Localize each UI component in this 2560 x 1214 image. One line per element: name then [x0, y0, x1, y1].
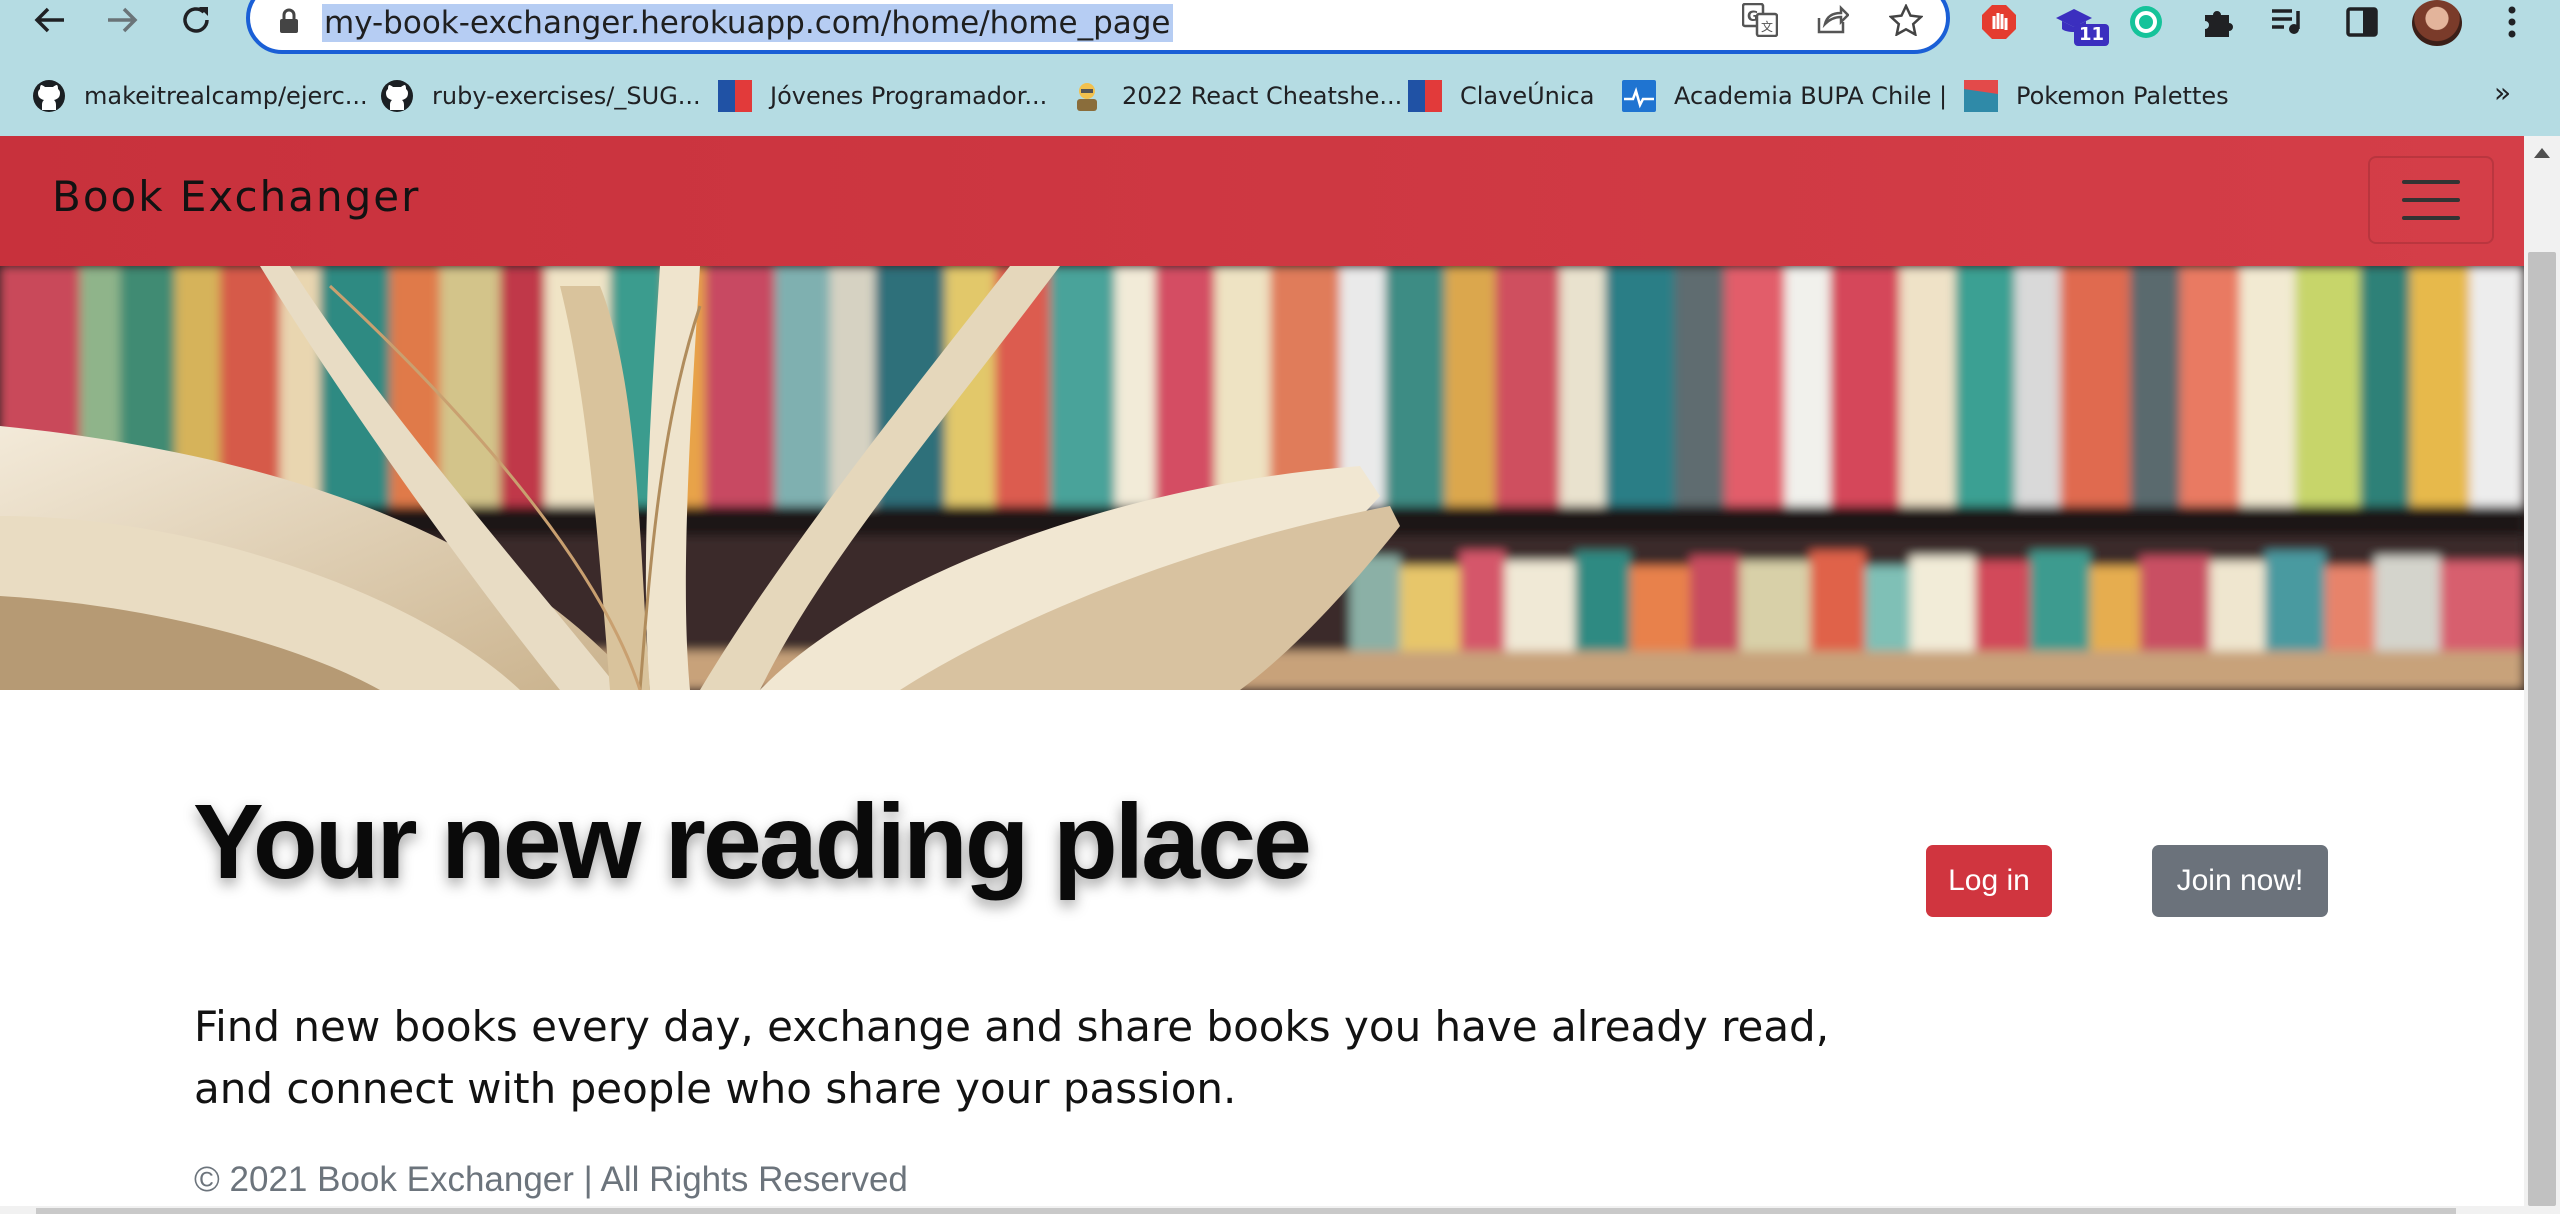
chile-flag-icon [718, 80, 752, 112]
svg-text:文: 文 [1761, 19, 1773, 34]
translate-icon[interactable]: G文 [1740, 0, 1780, 40]
url-text[interactable]: my-book-exchanger.herokuapp.com/home/hom… [322, 4, 1173, 42]
extension-badge: 11 [2074, 24, 2110, 46]
reload-icon[interactable] [170, 0, 222, 40]
bookmark-item[interactable]: Pokemon Palettes [1964, 76, 2229, 116]
pokemon-palettes-icon [1964, 80, 1998, 112]
back-icon[interactable] [24, 0, 76, 40]
hero-banner-image [0, 266, 2524, 690]
bookmark-label: ruby-exercises/_SUG... [432, 82, 701, 110]
page-footer: © 2021 Book Exchanger | All Rights Reser… [194, 1160, 908, 1199]
bookmark-item[interactable]: Academia BUPA Chile | [1622, 76, 1947, 116]
more-bookmarks-icon[interactable]: » [2494, 76, 2511, 109]
address-bar[interactable]: my-book-exchanger.herokuapp.com/home/hom… [246, 0, 1950, 54]
page-viewport: Book Exchanger Your new reading place Lo… [0, 136, 2560, 1214]
chile-flag-icon [1408, 80, 1442, 112]
page-tagline: Find new books every day, exchange and s… [194, 1002, 1830, 1113]
bookmark-item[interactable]: ClaveÚnica [1408, 76, 1594, 116]
hamburger-line [2402, 216, 2460, 220]
side-panel-icon[interactable] [2338, 0, 2386, 44]
grammarly-icon[interactable] [2122, 0, 2170, 44]
react-cheatsheet-icon [1077, 83, 1097, 111]
scroll-up-arrow-icon[interactable] [2524, 136, 2560, 170]
bookmark-label: Jóvenes Programador... [770, 82, 1048, 110]
bookmark-label: makeitrealcamp/ejerc... [84, 82, 368, 110]
bupa-icon [1622, 80, 1656, 112]
chrome-menu-icon[interactable] [2488, 0, 2536, 44]
bookmark-item[interactable]: ruby-exercises/_SUG... [380, 76, 701, 116]
scrollbar-thumb[interactable] [2528, 252, 2556, 1206]
bookshelf-illustration [0, 266, 2524, 690]
horizontal-scrollbar[interactable] [0, 1206, 2524, 1214]
bookmark-label: Pokemon Palettes [2016, 82, 2229, 110]
github-icon [381, 80, 413, 112]
page-headline: Your new reading place [193, 783, 1312, 901]
vertical-scrollbar[interactable] [2524, 136, 2560, 1214]
scrollbar-thumb[interactable] [36, 1208, 2456, 1214]
extensions-puzzle-icon[interactable] [2194, 0, 2242, 44]
bookmark-item[interactable]: 2022 React Cheatshe... [1070, 76, 1402, 116]
bookmark-item[interactable]: makeitrealcamp/ejerc... [32, 76, 368, 116]
graduation-cap-icon[interactable]: 11 [2050, 0, 2110, 46]
site-navbar: Book Exchanger [0, 136, 2524, 266]
bookmarks-bar: makeitrealcamp/ejerc... ruby-exercises/_… [0, 54, 2560, 136]
forward-icon[interactable] [96, 0, 148, 40]
adblock-icon[interactable] [1975, 0, 2023, 44]
site-brand[interactable]: Book Exchanger [52, 172, 420, 221]
hamburger-line [2402, 180, 2460, 184]
lock-icon[interactable] [278, 8, 300, 38]
bookmark-star-icon[interactable] [1886, 0, 1926, 40]
profile-avatar[interactable] [2412, 0, 2462, 46]
share-icon[interactable] [1812, 0, 1852, 40]
media-control-icon[interactable] [2264, 0, 2312, 44]
bookmark-item[interactable]: Jóvenes Programador... [718, 76, 1047, 116]
bookmark-label: Academia BUPA Chile | [1674, 82, 1948, 110]
github-icon [33, 80, 65, 112]
bookmark-label: ClaveÚnica [1460, 82, 1595, 110]
join-now-button[interactable]: Join now! [2152, 845, 2328, 917]
menu-toggle-button[interactable] [2368, 156, 2494, 244]
bookmark-label: 2022 React Cheatshe... [1122, 82, 1403, 110]
hamburger-line [2402, 198, 2460, 202]
browser-toolbar: my-book-exchanger.herokuapp.com/home/hom… [0, 0, 2560, 54]
login-button[interactable]: Log in [1926, 845, 2052, 917]
